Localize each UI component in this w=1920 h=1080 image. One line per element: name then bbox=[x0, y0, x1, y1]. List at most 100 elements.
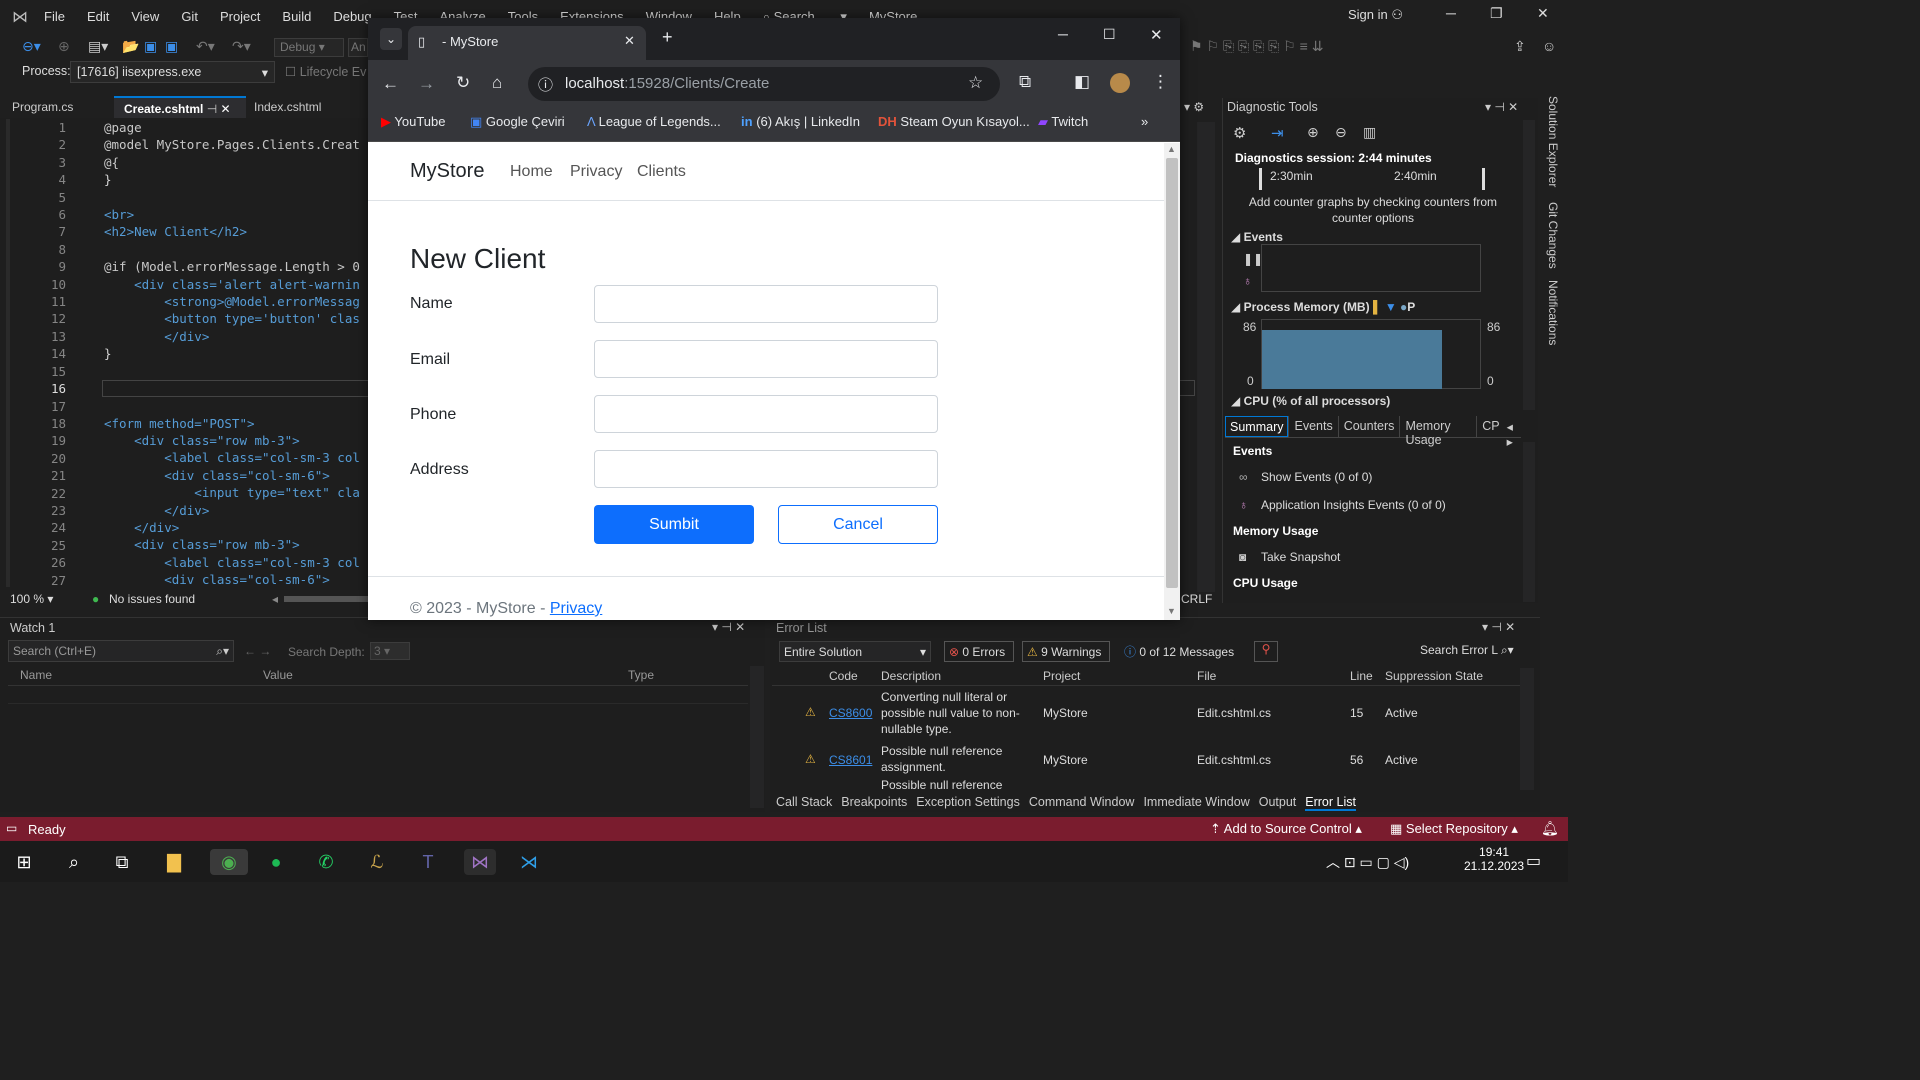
phone-input[interactable] bbox=[594, 395, 938, 433]
col-value[interactable]: Value bbox=[263, 668, 293, 682]
tab-counters[interactable]: Counters bbox=[1337, 416, 1400, 437]
name-input[interactable] bbox=[594, 285, 938, 323]
tab-search-icon[interactable]: ⌄ bbox=[380, 28, 402, 50]
select-repository[interactable]: ▦ Select Repository ▴ bbox=[1390, 821, 1518, 837]
open-folder-icon[interactable]: 📂 bbox=[122, 38, 139, 55]
error-code-link[interactable]: CS8601 bbox=[829, 753, 872, 767]
code-line[interactable]: @page bbox=[104, 119, 360, 136]
menu-debug[interactable]: Debug bbox=[333, 9, 371, 25]
share-icon[interactable]: ⇪ bbox=[1514, 38, 1526, 55]
email-input[interactable] bbox=[594, 340, 938, 378]
tab-create-cshtml[interactable]: Create.cshtml ⊣ ✕ bbox=[114, 96, 246, 118]
git-changes-tab[interactable]: Git Changes bbox=[1546, 202, 1560, 269]
issues-status[interactable]: No issues found bbox=[109, 592, 195, 606]
nav-privacy[interactable]: Privacy bbox=[570, 163, 622, 181]
code-line[interactable]: </div> bbox=[104, 519, 360, 536]
table-row[interactable]: ⚠ CS8601 Possible null reference assignm… bbox=[772, 742, 1517, 778]
home-icon[interactable]: ⌂ bbox=[492, 73, 502, 93]
submit-button[interactable]: Sumbit bbox=[594, 505, 754, 544]
pin-icon[interactable]: ⊣ bbox=[207, 102, 217, 116]
bookmark-steam[interactable]: DH Steam Oyun Kısayol... bbox=[878, 114, 1030, 129]
nav-clients[interactable]: Clients bbox=[637, 163, 686, 181]
col-suppression[interactable]: Suppression State bbox=[1385, 669, 1483, 683]
task-view-icon[interactable]: ⧉ bbox=[108, 849, 136, 875]
events-section-header[interactable]: ◢ Events bbox=[1231, 230, 1283, 244]
sign-in-link[interactable]: Sign in ⚇ bbox=[1348, 7, 1403, 23]
code-line[interactable]: <div class="col-sm-6"> bbox=[104, 571, 360, 588]
tab-memory-usage[interactable]: Memory Usage bbox=[1399, 416, 1476, 447]
bookmark-league[interactable]: Λ League of Legends... bbox=[587, 114, 721, 129]
bookmark-youtube[interactable]: ▶ YouTube bbox=[381, 114, 445, 130]
chrome-close-button[interactable]: ✕ bbox=[1150, 26, 1163, 44]
bookmark-star-icon[interactable]: ☆ bbox=[968, 73, 983, 93]
tab-exception-settings[interactable]: Exception Settings bbox=[916, 795, 1020, 811]
extensions-icon[interactable]: ⧉ bbox=[1019, 72, 1031, 92]
code-text[interactable]: @page @model MyStore.Pages.Clients.Creat @… bbox=[104, 119, 360, 589]
reset-zoom-icon[interactable]: ▥ bbox=[1363, 124, 1376, 141]
bookmark-twitch[interactable]: ▰ Twitch bbox=[1038, 114, 1088, 130]
redo-icon[interactable]: ↷▾ bbox=[232, 38, 251, 55]
filter-toggle-icon[interactable]: ⚲ bbox=[1254, 641, 1278, 662]
lifecycle-events[interactable]: ☐ Lifecycle Ev bbox=[285, 64, 366, 79]
errors-filter[interactable]: ⊗ 0 Errors bbox=[944, 641, 1014, 662]
visual-studio-logo-icon[interactable]: ⋈ bbox=[12, 7, 28, 27]
back-nav-icon[interactable]: ⊖▾ bbox=[22, 38, 41, 55]
address-bar[interactable]: ⓘ localhost:15928/Clients/Create ☆ bbox=[528, 67, 1000, 101]
watch-panel-controls[interactable]: ▾ ⊣ ✕ bbox=[712, 620, 745, 634]
code-line[interactable]: @model MyStore.Pages.Clients.Creat bbox=[104, 136, 360, 153]
start-icon[interactable]: ⊞ bbox=[10, 849, 38, 875]
zoom-out-icon[interactable]: ⊖ bbox=[1335, 124, 1347, 141]
bookmark-google-translate[interactable]: ▣ Google Çeviri bbox=[470, 114, 565, 130]
menu-edit[interactable]: Edit bbox=[87, 9, 109, 25]
error-search-icon[interactable]: ⌕▾ bbox=[1501, 643, 1514, 657]
ai-events-link[interactable]: Application Insights Events (0 of 0) bbox=[1261, 498, 1446, 512]
tab-scroll-arrows[interactable]: ◂ ▸ bbox=[1505, 416, 1521, 449]
cpu-section-header[interactable]: ◢ CPU (% of all processors) bbox=[1231, 394, 1390, 408]
close-tab-icon[interactable]: ✕ bbox=[221, 102, 231, 116]
toolbar-right-icons[interactable]: ⚑ ⚐ ⎘ ⎘ ⎘ ⎘ ⚐ ≡ ⇊ bbox=[1190, 38, 1323, 55]
code-line[interactable]: <div class="row mb-3"> bbox=[104, 432, 360, 449]
col-project[interactable]: Project bbox=[1043, 669, 1080, 683]
tray-icons[interactable]: ︿ ⊡ ▭ ▢ ◁) bbox=[1326, 852, 1409, 872]
col-file[interactable]: File bbox=[1197, 669, 1216, 683]
col-type[interactable]: Type bbox=[628, 668, 654, 682]
cancel-button[interactable]: Cancel bbox=[778, 505, 938, 544]
code-line[interactable]: <label class="col-sm-3 col bbox=[104, 554, 360, 571]
vs-minimize-button[interactable]: ─ bbox=[1446, 5, 1456, 21]
horizontal-scrollbar[interactable] bbox=[284, 596, 370, 602]
chrome-taskbar-icon[interactable]: ◉ bbox=[210, 849, 248, 875]
code-line[interactable]: @if (Model.errorMessage.Length > 0 bbox=[104, 258, 360, 275]
code-line[interactable] bbox=[104, 241, 360, 258]
vscode-icon[interactable]: ⋊ bbox=[515, 849, 543, 875]
tab-index-cshtml[interactable]: Index.cshtml bbox=[244, 96, 331, 118]
line-ending[interactable]: CRLF bbox=[1181, 592, 1212, 606]
menu-view[interactable]: View bbox=[131, 9, 159, 25]
code-line[interactable] bbox=[104, 189, 360, 206]
code-line[interactable]: <label class="col-sm-3 col bbox=[104, 449, 360, 466]
tab-events[interactable]: Events bbox=[1288, 416, 1337, 437]
code-line[interactable]: <input type="text" cla bbox=[104, 484, 360, 501]
code-line[interactable]: </div> bbox=[104, 502, 360, 519]
timeline-ruler[interactable]: 2:30min 2:40min bbox=[1259, 168, 1485, 190]
code-line[interactable]: <strong>@Model.errorMessag bbox=[104, 293, 360, 310]
chrome-maximize-button[interactable]: ☐ bbox=[1103, 26, 1116, 43]
export-icon[interactable]: ⇥ bbox=[1271, 124, 1284, 142]
code-line[interactable]: <br> bbox=[104, 206, 360, 223]
league-client-icon[interactable]: ℒ bbox=[363, 849, 391, 875]
code-line[interactable]: <div class="col-sm-6"> bbox=[104, 467, 360, 484]
take-snapshot-button[interactable]: Take Snapshot bbox=[1261, 550, 1340, 564]
action-center-icon[interactable]: ▭ bbox=[1526, 851, 1541, 871]
save-all-icon[interactable]: ▣ bbox=[165, 38, 178, 55]
new-item-icon[interactable]: ▤▾ bbox=[88, 38, 108, 55]
new-tab-button[interactable]: + bbox=[662, 27, 673, 48]
reload-icon[interactable]: ↻ bbox=[456, 73, 470, 93]
error-list-scrollbar[interactable] bbox=[1520, 668, 1534, 790]
scroll-left-icon[interactable]: ◂ bbox=[272, 592, 278, 606]
forward-nav-icon[interactable]: ⊕ bbox=[58, 38, 70, 55]
add-source-control[interactable]: ⇡ Add to Source Control ▴ bbox=[1210, 821, 1362, 837]
editor-vertical-scrollbar[interactable] bbox=[1197, 122, 1215, 592]
watch-search-input[interactable]: Search (Ctrl+E) ⌕▾ bbox=[8, 640, 234, 662]
col-description[interactable]: Description bbox=[881, 669, 941, 683]
chrome-minimize-button[interactable]: ─ bbox=[1058, 26, 1068, 42]
tab-cpu[interactable]: CP bbox=[1476, 416, 1504, 437]
